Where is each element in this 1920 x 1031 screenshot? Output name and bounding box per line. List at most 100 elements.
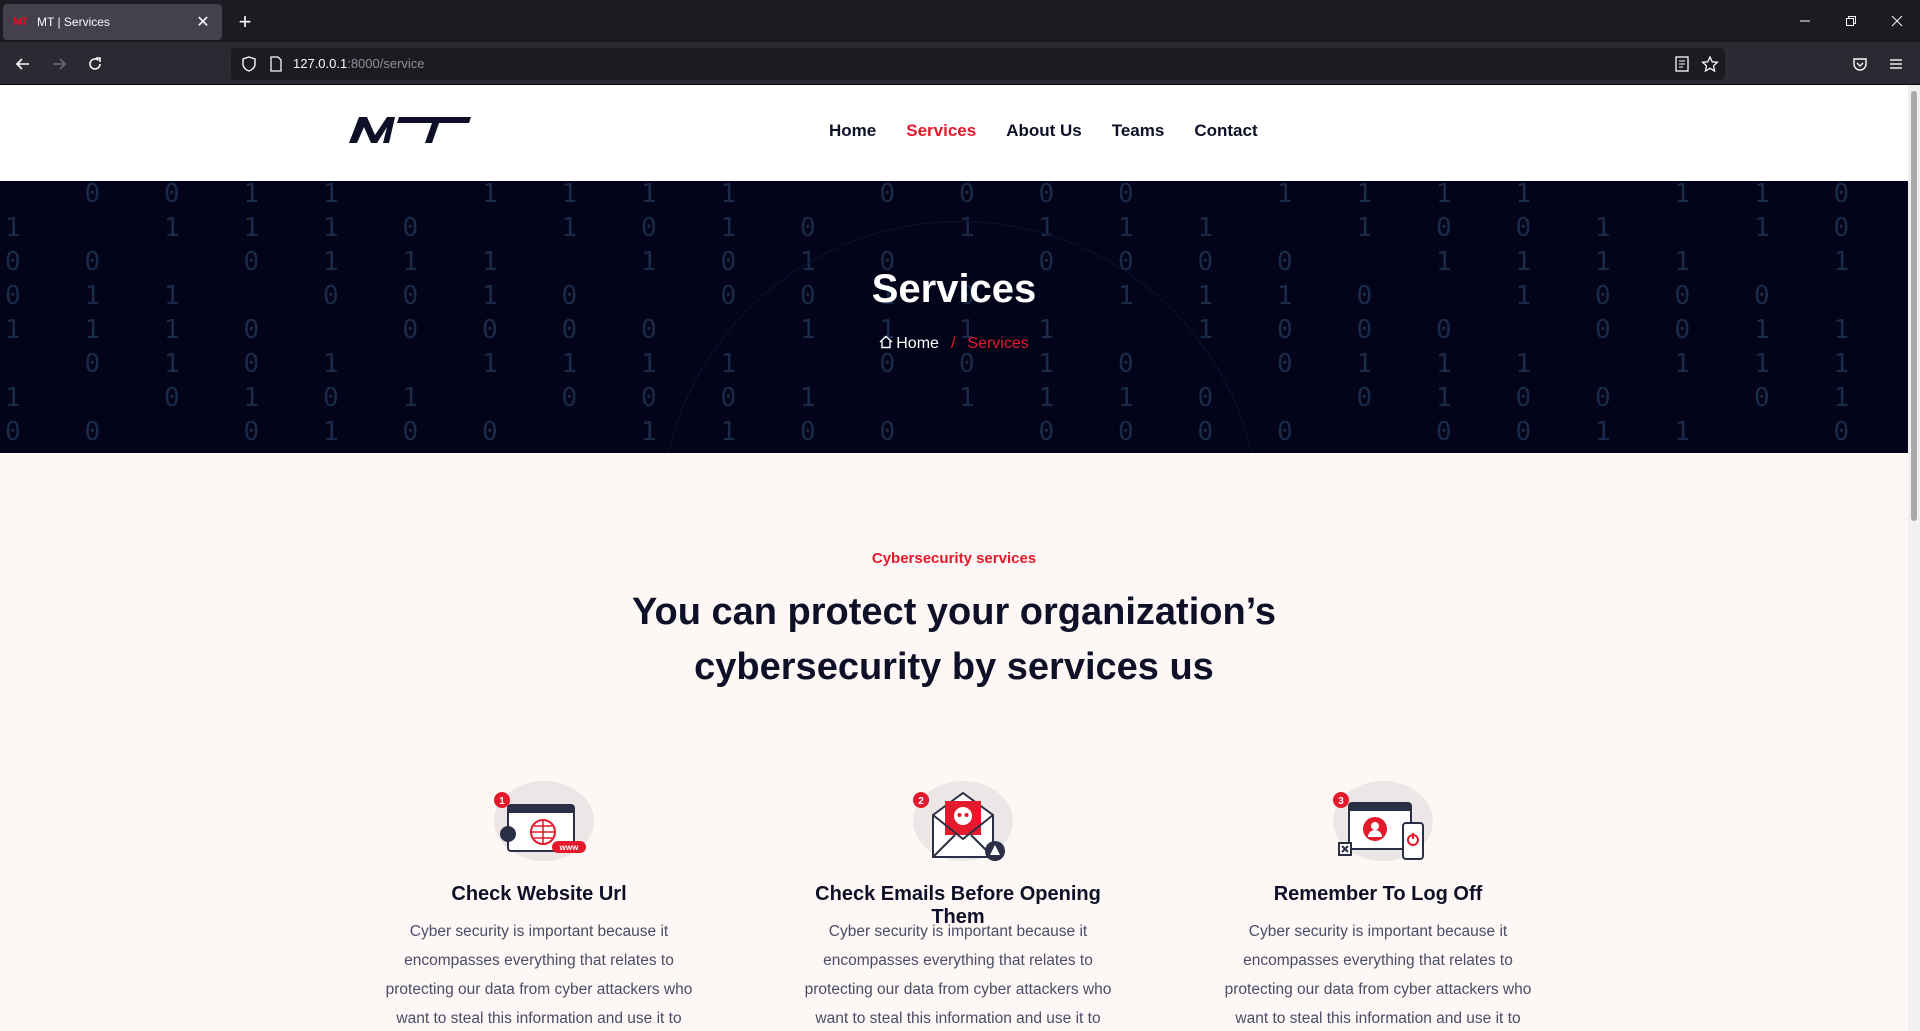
minimize-icon[interactable] (1782, 0, 1828, 42)
binary-digit: 1 (243, 383, 260, 413)
binary-digit: 1 (720, 181, 737, 209)
tab-favicon: MT (13, 16, 28, 28)
page-icon[interactable] (269, 56, 283, 72)
card-text-line: protecting our data from cyber attackers… (804, 981, 1112, 998)
mt-logo[interactable] (347, 115, 473, 145)
binary-digit: 1 (1356, 349, 1373, 379)
binary-digit: 0 (1833, 213, 1850, 243)
browser-tab[interactable]: MT MT | Services ✕ (3, 4, 222, 40)
forward-icon[interactable] (44, 49, 74, 79)
email-warning-icon: 2 (913, 781, 1013, 861)
tab-close-icon[interactable]: ✕ (194, 12, 212, 32)
menu-icon[interactable] (1881, 49, 1911, 79)
card-title: Remember To Log Off (1273, 883, 1483, 905)
card-text: Cyber security is important because it en… (793, 917, 1123, 1031)
card-text-line: encompasses everything that relates to (1243, 952, 1513, 969)
binary-digit: 0 (402, 417, 419, 447)
card-text-line: encompasses everything that relates to (404, 952, 674, 969)
binary-digit: 0 (1356, 383, 1373, 413)
binary-digit: 1 (561, 213, 578, 243)
binary-digit: 1 (1754, 213, 1770, 243)
binary-digit: 1 (164, 349, 180, 379)
binary-digit: 1 (641, 349, 657, 379)
url-bar[interactable]: 127.0.0.1:8000/service (231, 48, 1725, 80)
binary-digit: 0 (561, 383, 578, 413)
card-text: Cyber security is important because it en… (1213, 917, 1543, 1031)
binary-digit: 1 (482, 181, 498, 209)
binary-digit: 1 (5, 213, 21, 243)
back-icon[interactable] (8, 49, 38, 79)
binary-digit: 1 (1515, 349, 1532, 379)
card-text-line: Cyber security is important because it (1248, 923, 1508, 940)
browser-tabbar: MT MT | Services ✕ + (0, 0, 1920, 42)
log-off-icon: 3 (1333, 781, 1433, 861)
binary-digit: 1 (1356, 181, 1373, 209)
restore-icon[interactable] (1828, 0, 1874, 42)
binary-digit: 0 (641, 383, 657, 413)
breadcrumb-current: Services (967, 335, 1029, 352)
menu-item-teams[interactable]: Teams (1112, 121, 1165, 141)
menu-item-about-us[interactable]: About Us (1006, 121, 1082, 141)
card-number: 1 (499, 796, 505, 807)
binary-digit: 0 (243, 417, 260, 447)
reader-mode-icon[interactable] (1673, 56, 1691, 72)
binary-digit: 0 (1277, 349, 1293, 379)
card-text-line: encompasses everything that relates to (823, 952, 1093, 969)
binary-digit: 0 (800, 213, 816, 243)
scrollbar-thumb[interactable] (1911, 91, 1917, 521)
bookmark-star-icon[interactable] (1701, 56, 1719, 72)
section-subtitle: Cybersecurity services (871, 550, 1037, 567)
pocket-icon[interactable] (1845, 49, 1875, 79)
binary-digit: 0 (243, 349, 260, 379)
binary-digit: 0 (641, 213, 657, 243)
section-title-line1: You can protect your organization’s (632, 591, 1276, 633)
menu-item-home[interactable]: Home (829, 121, 876, 141)
binary-digit: 1 (641, 181, 657, 209)
close-window-icon[interactable] (1874, 0, 1920, 42)
binary-digit: 1 (323, 417, 339, 447)
binary-digit: 1 (1436, 383, 1452, 413)
url-text[interactable]: 127.0.0.1:8000/service (293, 56, 425, 72)
hero-banner: 1 0 0 1 1 0 0 0 1 1 0 0 0 1 1 1 1 0 1 1 0 0 0 1 0 1 1 1 0 1 0 1 0 1 0 0 1 0 1 1… (0, 181, 1908, 453)
binary-digit: 1 (1118, 213, 1134, 243)
card-text-line: want to steal this information and use i… (1235, 1010, 1521, 1027)
binary-digit: 0 (164, 181, 180, 209)
binary-digit: 0 (323, 383, 339, 413)
binary-digit: 0 (84, 417, 101, 447)
section-title-line2: cybersecurity by services us (694, 646, 1214, 688)
reload-icon[interactable] (80, 49, 110, 79)
browser-navbar: 127.0.0.1:8000/service (0, 42, 1920, 85)
binary-digit: 0 (1515, 417, 1532, 447)
url-path: :8000/service (347, 56, 425, 71)
menu-item-contact[interactable]: Contact (1194, 121, 1257, 141)
new-tab-button[interactable]: + (232, 9, 258, 35)
binary-digit: 1 (1595, 417, 1611, 447)
binary-digit: 1 (243, 213, 260, 243)
binary-digit: 0 (879, 181, 896, 209)
breadcrumb-separator: / (950, 335, 956, 352)
page-viewport: Home Services About Us Teams Contact 1 0 0 1 1 0 0… (0, 85, 1920, 1031)
section-title: You can protect your organization’s cybe… (0, 585, 1908, 695)
url-host: 127.0.0.1 (293, 56, 348, 71)
binary-digit: 1 (1595, 213, 1611, 243)
card-title: Check Website Url (451, 883, 627, 905)
card-text-line: Cyber security is important because it (409, 923, 669, 940)
binary-digit: 0 (1833, 417, 1850, 447)
breadcrumb: Home / Services (0, 335, 1908, 353)
binary-digit: 1 (1674, 181, 1691, 209)
binary-digit: 1 (1436, 181, 1452, 209)
binary-digit: 1 (1197, 213, 1214, 243)
site-header: Home Services About Us Teams Contact (0, 85, 1908, 181)
page-scrollbar[interactable] (1908, 85, 1920, 1031)
card-text: Cyber security is important because it en… (374, 917, 704, 1031)
card-number: 2 (918, 796, 924, 807)
binary-digit: 1 (1754, 181, 1770, 209)
card-text-line: Cyber security is important because it (828, 923, 1088, 940)
binary-digit: 0 (1038, 181, 1055, 209)
shield-icon[interactable] (241, 56, 257, 72)
binary-digit: 1 (561, 349, 578, 379)
breadcrumb-home[interactable]: Home (896, 335, 939, 352)
binary-digit: 1 (323, 213, 339, 243)
binary-digit: 0 (1754, 383, 1770, 413)
menu-item-services[interactable]: Services (906, 121, 976, 141)
